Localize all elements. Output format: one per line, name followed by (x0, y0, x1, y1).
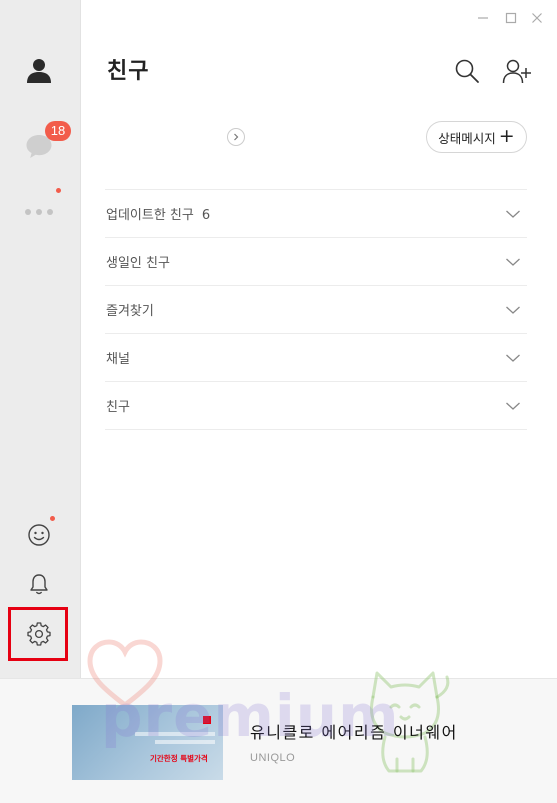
section-label: 채널 (106, 352, 130, 367)
chevron-right-icon (234, 133, 239, 141)
search-icon (455, 59, 479, 83)
ad-title[interactable]: 유니클로 에어리즘 이너웨어 (250, 719, 458, 743)
search-button[interactable] (451, 55, 483, 87)
section-updated-friends[interactable]: 업데이트한 친구 6 (105, 190, 527, 238)
ad-brand: UNIQLO (250, 752, 296, 764)
maximize-icon (505, 12, 517, 24)
maximize-button[interactable] (501, 8, 521, 28)
more-icon (25, 209, 53, 215)
section-label: 업데이트한 친구 (106, 208, 194, 223)
settings-highlight-box (8, 607, 68, 661)
thumb-text-line (135, 732, 215, 736)
ad-thumbnail[interactable]: 기간한정 특별가격 (72, 705, 223, 780)
main-panel: 친구 상태메시지 + 업데이트한 친구 6 생일인 친구 즐겨찾기 채널 친구 (81, 0, 557, 678)
sidebar: 18 (0, 0, 81, 678)
plus-icon: + (498, 124, 515, 147)
chevron-down-icon (506, 354, 520, 362)
status-message-label: 상태메시지 (438, 130, 496, 146)
section-label: 생일인 친구 (106, 256, 170, 271)
bell-icon (30, 574, 48, 595)
emoticon-notification-dot (50, 516, 55, 521)
section-count: 6 (201, 208, 211, 223)
friends-tab[interactable] (15, 46, 63, 94)
add-friend-button[interactable] (501, 55, 533, 87)
person-icon (27, 59, 51, 83)
add-friend-icon (502, 59, 531, 84)
thumb-text-line (155, 740, 215, 744)
section-label: 친구 (106, 400, 130, 415)
emoticon-icon (28, 524, 50, 546)
page-title: 친구 (107, 59, 150, 84)
ad-banner[interactable]: 기간한정 특별가격 유니클로 에어리즘 이너웨어 UNIQLO (0, 639, 557, 803)
close-button[interactable] (527, 8, 547, 28)
close-icon (532, 13, 542, 23)
chevron-down-icon (506, 210, 520, 218)
thumb-sale-text: 기간한정 특별가격 (150, 754, 208, 763)
chevron-down-icon (506, 258, 520, 266)
friend-sections: 업데이트한 친구 6 생일인 친구 즐겨찾기 채널 친구 (105, 189, 527, 430)
status-message-button[interactable]: 상태메시지 + (426, 121, 527, 153)
section-label: 즐겨찾기 (106, 304, 154, 319)
section-channels[interactable]: 채널 (105, 334, 527, 382)
section-favorites[interactable]: 즐겨찾기 (105, 286, 527, 334)
profile-expand-button[interactable] (227, 128, 245, 146)
more-notification-dot (56, 188, 61, 193)
heart-icon (87, 639, 163, 709)
section-birthday-friends[interactable]: 생일인 친구 (105, 238, 527, 286)
chat-unread-badge: 18 (45, 121, 71, 141)
chevron-down-icon (506, 306, 520, 314)
minimize-button[interactable] (473, 8, 493, 28)
emoticon-button[interactable] (15, 511, 63, 559)
chevron-down-icon (506, 402, 520, 410)
notifications-button[interactable] (15, 560, 63, 608)
section-friends[interactable]: 친구 (105, 382, 527, 430)
brand-logo-mark (203, 716, 211, 724)
more-tab[interactable] (15, 188, 63, 236)
minimize-icon (478, 17, 488, 19)
